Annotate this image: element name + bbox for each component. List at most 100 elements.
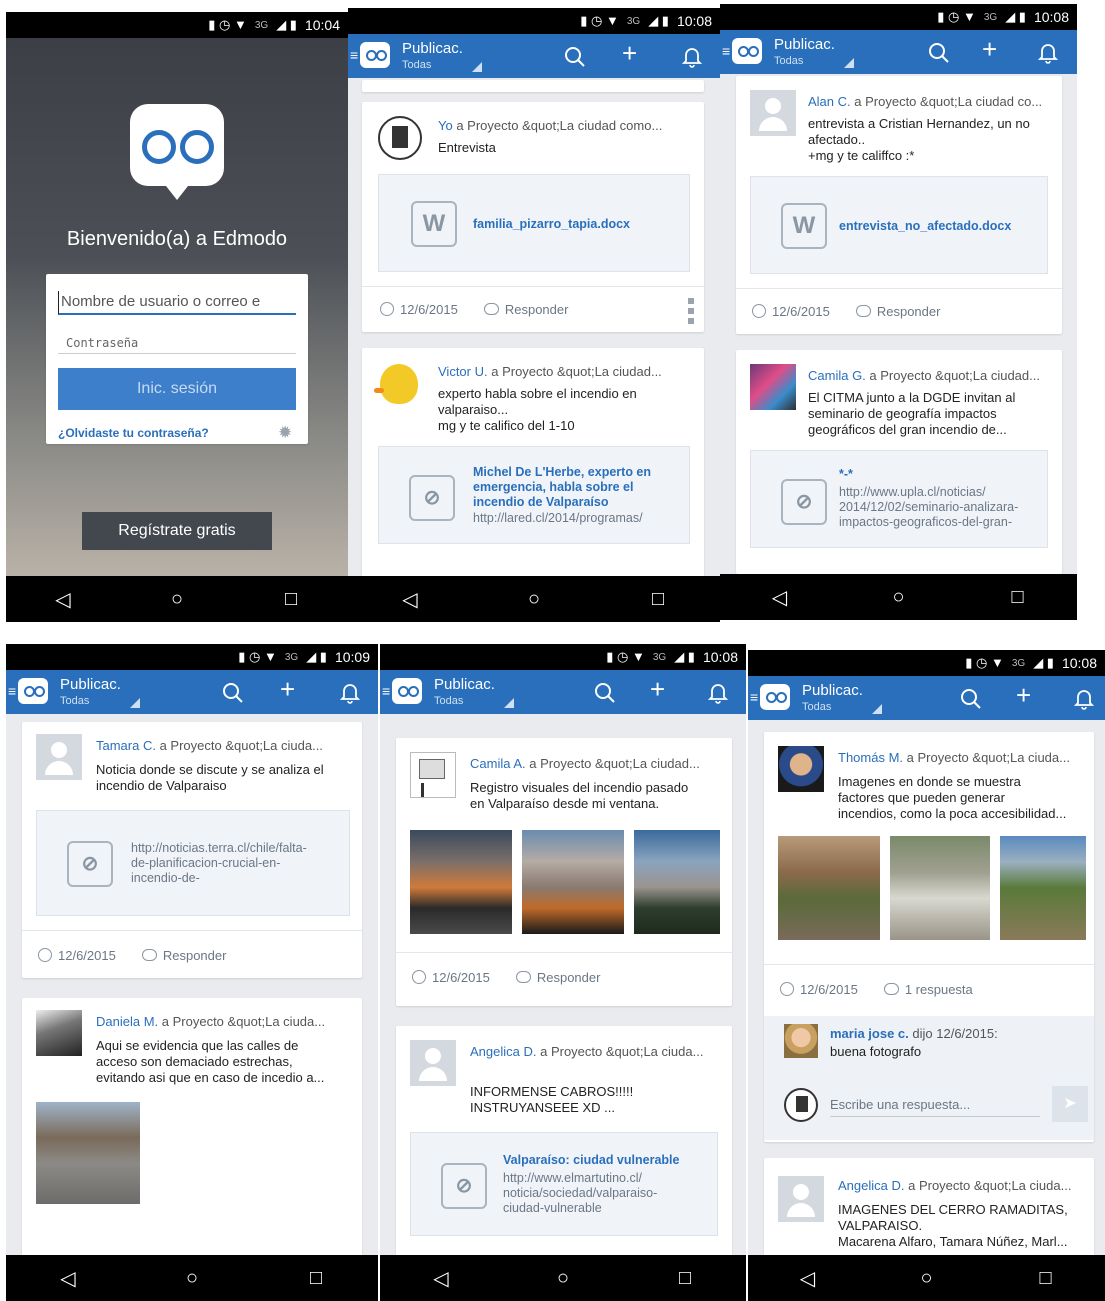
link-title[interactable]: Valparaíso: ciudad vulnerable: [503, 1153, 679, 1168]
search-icon[interactable]: [564, 46, 586, 68]
post-author[interactable]: Tamara C.: [96, 738, 156, 753]
appbar-filter[interactable]: Todas: [802, 701, 831, 713]
password-field[interactable]: Contraseña: [58, 334, 296, 354]
search-icon[interactable]: [222, 682, 244, 704]
forgot-password-link[interactable]: ¿Olvidaste tu contraseña?: [58, 426, 209, 440]
search-icon[interactable]: [960, 688, 982, 710]
menu-icon[interactable]: ≡: [350, 48, 358, 62]
back-icon[interactable]: ◁: [43, 587, 83, 612]
link-attachment[interactable]: ⊘ *-* http://www.upla.cl/noticias/ 2014/…: [750, 450, 1048, 548]
link-url[interactable]: http://www.elmartutino.cl/ noticia/socie…: [503, 1171, 657, 1216]
appbar-filter[interactable]: Todas: [774, 55, 803, 67]
dropdown-icon[interactable]: [844, 58, 854, 68]
recents-icon[interactable]: □: [271, 588, 311, 611]
menu-icon[interactable]: ≡: [382, 684, 390, 698]
appbar-filter[interactable]: Todas: [434, 695, 463, 707]
post-author[interactable]: Thomás M.: [838, 750, 903, 765]
gear-icon[interactable]: ✹: [278, 424, 292, 441]
bell-icon[interactable]: [1038, 42, 1058, 64]
link-attachment[interactable]: ⊘ Valparaíso: ciudad vulnerable http://w…: [410, 1132, 718, 1236]
bell-icon[interactable]: [340, 682, 360, 704]
link-url[interactable]: http://lared.cl/2014/programas/: [473, 511, 643, 526]
more-options-icon[interactable]: [688, 298, 694, 324]
post-author[interactable]: Angelica D.: [838, 1178, 904, 1193]
reply-input[interactable]: Escribe una respuesta...: [830, 1094, 1040, 1117]
bell-icon[interactable]: [682, 46, 702, 68]
reply-button[interactable]: Responder: [163, 948, 227, 963]
dropdown-icon[interactable]: [872, 704, 882, 714]
reply-button[interactable]: Responder: [505, 302, 569, 317]
link-title[interactable]: *-*: [839, 467, 853, 482]
home-icon[interactable]: ○: [172, 1267, 212, 1290]
send-button[interactable]: ➤: [1052, 1086, 1088, 1122]
post-photo[interactable]: [634, 830, 720, 934]
post-photo[interactable]: [36, 1102, 140, 1204]
file-name[interactable]: entrevista_no_afectado.docx: [839, 219, 1011, 234]
appbar-title[interactable]: Publicac.: [60, 676, 121, 693]
bell-icon[interactable]: [708, 682, 728, 704]
post-author[interactable]: Camila G.: [808, 368, 866, 383]
appbar-filter[interactable]: Todas: [60, 695, 89, 707]
reply-button[interactable]: Responder: [537, 970, 601, 985]
home-icon[interactable]: ○: [514, 588, 554, 611]
link-title[interactable]: Michel De L'Herbe, experto en emergencia…: [473, 465, 651, 510]
back-icon[interactable]: ◁: [421, 1266, 461, 1291]
file-name[interactable]: familia_pizarro_tapia.docx: [473, 217, 630, 232]
recents-icon[interactable]: □: [638, 588, 678, 611]
post-photo[interactable]: [522, 830, 624, 934]
link-attachment[interactable]: ⊘ Michel De L'Herbe, experto en emergenc…: [378, 446, 690, 544]
add-icon[interactable]: +: [1016, 682, 1031, 708]
appbar-title[interactable]: Publicac.: [402, 40, 463, 57]
menu-icon[interactable]: ≡: [8, 684, 16, 698]
dropdown-icon[interactable]: [504, 698, 514, 708]
link-url[interactable]: http://noticias.terra.cl/chile/falta- de…: [131, 841, 307, 886]
back-icon[interactable]: ◁: [760, 585, 800, 610]
search-icon[interactable]: [928, 42, 950, 64]
menu-icon[interactable]: ≡: [750, 690, 758, 704]
back-icon[interactable]: ◁: [788, 1266, 828, 1291]
file-attachment[interactable]: W familia_pizarro_tapia.docx: [378, 174, 690, 272]
post-author[interactable]: Angelica D.: [470, 1044, 536, 1059]
home-icon[interactable]: ○: [157, 588, 197, 611]
link-url[interactable]: http://www.upla.cl/noticias/ 2014/12/02/…: [839, 485, 1018, 530]
register-button[interactable]: Regístrate gratis: [82, 512, 272, 550]
recents-icon[interactable]: □: [665, 1267, 705, 1290]
home-icon[interactable]: ○: [879, 586, 919, 609]
post-author[interactable]: Alan C.: [808, 94, 851, 109]
back-icon[interactable]: ◁: [390, 587, 430, 612]
add-icon[interactable]: +: [650, 676, 665, 702]
post-photo[interactable]: [778, 836, 880, 940]
add-icon[interactable]: +: [280, 676, 295, 702]
search-icon[interactable]: [594, 682, 616, 704]
post-photo[interactable]: [890, 836, 990, 940]
dropdown-icon[interactable]: [130, 698, 140, 708]
back-icon[interactable]: ◁: [48, 1266, 88, 1291]
link-attachment[interactable]: ⊘ http://noticias.terra.cl/chile/falta- …: [36, 810, 350, 916]
post-author[interactable]: Camila A.: [470, 756, 526, 771]
home-icon[interactable]: ○: [543, 1267, 583, 1290]
add-icon[interactable]: +: [622, 40, 637, 66]
appbar-title[interactable]: Publicac.: [434, 676, 495, 693]
comment-author[interactable]: maria jose c.: [830, 1026, 909, 1041]
add-icon[interactable]: +: [982, 36, 997, 62]
username-field[interactable]: Nombre de usuario o correo e: [58, 291, 296, 315]
post-photo[interactable]: [410, 830, 512, 934]
post-author[interactable]: Yo: [438, 118, 453, 133]
recents-icon[interactable]: □: [998, 586, 1038, 609]
signin-button[interactable]: Inic. sesión: [58, 368, 296, 410]
post-author[interactable]: Daniela M.: [96, 1014, 158, 1029]
recents-icon[interactable]: □: [296, 1267, 336, 1290]
dropdown-icon[interactable]: [472, 62, 482, 72]
home-icon[interactable]: ○: [907, 1267, 947, 1290]
replies-count[interactable]: 1 respuesta: [905, 982, 973, 997]
bell-icon[interactable]: [1074, 688, 1094, 710]
appbar-filter[interactable]: Todas: [402, 59, 431, 71]
appbar-title[interactable]: Publicac.: [774, 36, 835, 53]
appbar-title[interactable]: Publicac.: [802, 682, 863, 699]
recents-icon[interactable]: □: [1026, 1267, 1066, 1290]
reply-button[interactable]: Responder: [877, 304, 941, 319]
post-author[interactable]: Victor U.: [438, 364, 488, 379]
menu-icon[interactable]: ≡: [722, 44, 730, 58]
file-attachment[interactable]: W entrevista_no_afectado.docx: [750, 176, 1048, 274]
post-photo[interactable]: [1000, 836, 1086, 940]
